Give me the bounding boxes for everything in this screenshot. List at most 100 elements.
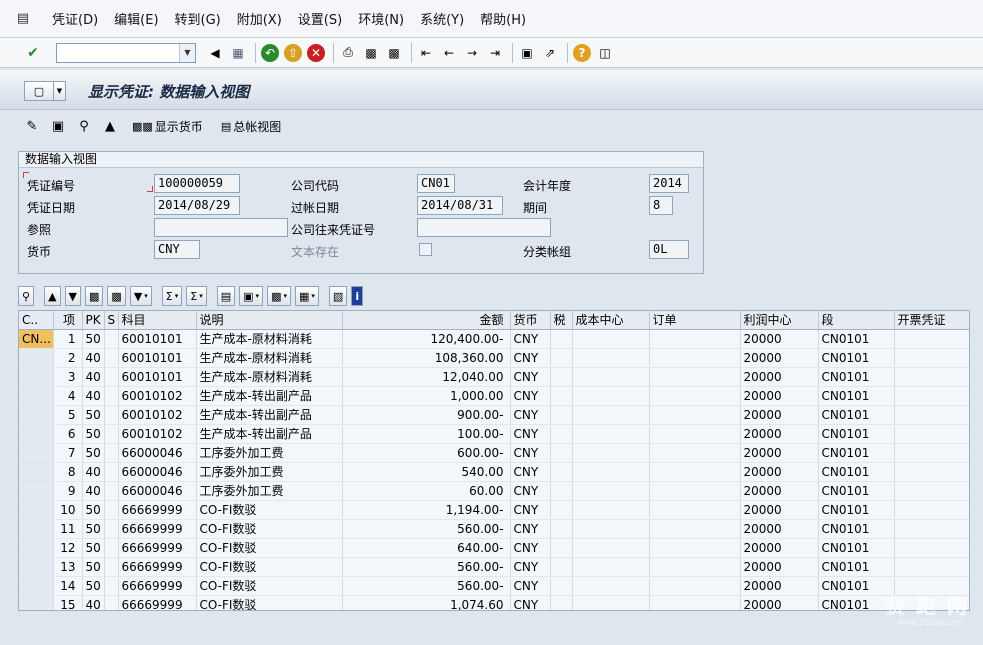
- ledger-group-field[interactable]: 0L: [649, 240, 689, 259]
- cell-order[interactable]: [649, 348, 741, 368]
- cell-amount[interactable]: 640.00-: [342, 538, 511, 558]
- posting-date-field[interactable]: 2014/08/31: [417, 196, 503, 215]
- cell-billing-doc[interactable]: [894, 557, 969, 577]
- cell-item[interactable]: 6: [53, 424, 83, 444]
- cell-tax[interactable]: [550, 348, 573, 368]
- change-icon[interactable]: ✎: [22, 117, 42, 135]
- menu-settings[interactable]: 设置(S): [298, 9, 342, 28]
- cell-account[interactable]: 66669999: [118, 557, 197, 577]
- cell-s[interactable]: [104, 576, 119, 596]
- cell-segment[interactable]: CN0101: [818, 386, 895, 406]
- cell-segment[interactable]: CN0101: [818, 348, 895, 368]
- layout-button[interactable]: ▦ ▾: [294, 286, 319, 306]
- cell-item[interactable]: 11: [53, 519, 83, 539]
- cell-billing-doc[interactable]: [894, 500, 969, 520]
- menu-document[interactable]: 凭证(D): [52, 9, 98, 28]
- cell-amount[interactable]: 900.00-: [342, 405, 511, 425]
- cell-amount[interactable]: 1,000.00: [342, 386, 511, 406]
- cell-profit-center[interactable]: 20000: [740, 424, 819, 444]
- cell-account[interactable]: 66000046: [118, 443, 197, 463]
- cell-currency[interactable]: CNY: [510, 424, 551, 444]
- cell-pk[interactable]: 40: [82, 595, 105, 610]
- cell-order[interactable]: [649, 405, 741, 425]
- cell-item[interactable]: 10: [53, 500, 83, 520]
- cell-order[interactable]: [649, 519, 741, 539]
- help-icon[interactable]: ?: [573, 43, 591, 62]
- cell-item[interactable]: 5: [53, 405, 83, 425]
- cell-account[interactable]: 60010101: [118, 348, 197, 368]
- cell-currency[interactable]: CNY: [510, 386, 551, 406]
- shortcut-icon[interactable]: ⇗: [541, 44, 559, 62]
- back-green-icon[interactable]: ↶: [261, 43, 279, 62]
- cell-s[interactable]: [104, 595, 119, 610]
- cell-segment[interactable]: CN0101: [818, 367, 895, 387]
- cell-c[interactable]: [19, 481, 54, 501]
- cell-s[interactable]: [104, 367, 119, 387]
- cell-tax[interactable]: [550, 538, 573, 558]
- graphic-button[interactable]: ▧: [328, 286, 348, 306]
- sort-descending-button[interactable]: ▼: [64, 286, 81, 306]
- cell-profit-center[interactable]: 20000: [740, 367, 819, 387]
- back-icon[interactable]: ◀: [206, 44, 224, 62]
- cell-item[interactable]: 3: [53, 367, 83, 387]
- sort-ascending-button[interactable]: ▲: [44, 286, 61, 306]
- cell-segment[interactable]: CN0101: [818, 481, 895, 501]
- cell-s[interactable]: [104, 519, 119, 539]
- cell-s[interactable]: [104, 348, 119, 368]
- cell-account[interactable]: 60010101: [118, 367, 197, 387]
- menu-system[interactable]: 系统(Y): [420, 9, 464, 28]
- cell-order[interactable]: [649, 329, 741, 349]
- cell-billing-doc[interactable]: [894, 348, 969, 368]
- cell-currency[interactable]: CNY: [510, 367, 551, 387]
- other-document-icon[interactable]: ▣: [48, 117, 68, 135]
- cell-description[interactable]: 生产成本-转出副产品: [196, 386, 343, 406]
- col-header-segment[interactable]: 段: [818, 311, 895, 330]
- cell-tax[interactable]: [550, 405, 573, 425]
- cell-profit-center[interactable]: 20000: [740, 386, 819, 406]
- cell-pk[interactable]: 50: [82, 500, 105, 520]
- text-exists-checkbox[interactable]: [419, 243, 432, 256]
- doc-number-field[interactable]: 100000059: [154, 174, 240, 193]
- cell-description[interactable]: CO-FI数驳: [196, 557, 343, 577]
- cell-account[interactable]: 66669999: [118, 576, 197, 596]
- cell-amount[interactable]: 12,040.00: [342, 367, 511, 387]
- table-row[interactable]: 9 40 66000046 工序委外加工费 60.00 CNY 20000 CN0101: [19, 481, 969, 501]
- cell-billing-doc[interactable]: [894, 519, 969, 539]
- cell-amount[interactable]: 60.00: [342, 481, 511, 501]
- find-icon[interactable]: ▩: [362, 44, 380, 62]
- cell-c[interactable]: [19, 405, 54, 425]
- cell-currency[interactable]: CNY: [510, 443, 551, 463]
- cell-pk[interactable]: 50: [82, 424, 105, 444]
- cell-segment[interactable]: CN0101: [818, 329, 895, 349]
- cell-pk[interactable]: 40: [82, 386, 105, 406]
- general-ledger-view-button[interactable]: ▤ 总帐视图: [221, 118, 281, 135]
- cell-item[interactable]: 7: [53, 443, 83, 463]
- cell-c[interactable]: [19, 443, 54, 463]
- cell-order[interactable]: [649, 595, 741, 610]
- cell-order[interactable]: [649, 500, 741, 520]
- cell-c[interactable]: [19, 386, 54, 406]
- cell-profit-center[interactable]: 20000: [740, 481, 819, 501]
- total-button[interactable]: Σ ▾: [161, 286, 183, 306]
- cell-billing-doc[interactable]: [894, 443, 969, 463]
- cell-amount[interactable]: 540.00: [342, 462, 511, 482]
- screen-menu-button[interactable]: ▢ ▼: [24, 81, 66, 101]
- cell-item[interactable]: 15: [53, 595, 83, 610]
- cell-cost-center[interactable]: [572, 348, 650, 368]
- cell-pk[interactable]: 40: [82, 462, 105, 482]
- details-button[interactable]: ⚲: [18, 286, 35, 306]
- cell-pk[interactable]: 50: [82, 557, 105, 577]
- cell-pk[interactable]: 50: [82, 329, 105, 349]
- cell-c[interactable]: [19, 500, 54, 520]
- cell-tax[interactable]: [550, 500, 573, 520]
- cell-tax[interactable]: [550, 424, 573, 444]
- cell-pk[interactable]: 50: [82, 443, 105, 463]
- cell-c[interactable]: [19, 576, 54, 596]
- cell-currency[interactable]: CNY: [510, 481, 551, 501]
- exit-icon[interactable]: ⇧: [284, 43, 302, 62]
- col-header-profit-center[interactable]: 利润中心: [740, 311, 819, 330]
- cell-item[interactable]: 4: [53, 386, 83, 406]
- currency-field[interactable]: CNY: [154, 240, 200, 259]
- menu-extras[interactable]: 附加(X): [237, 9, 282, 28]
- find-next-button[interactable]: ▩: [107, 286, 126, 306]
